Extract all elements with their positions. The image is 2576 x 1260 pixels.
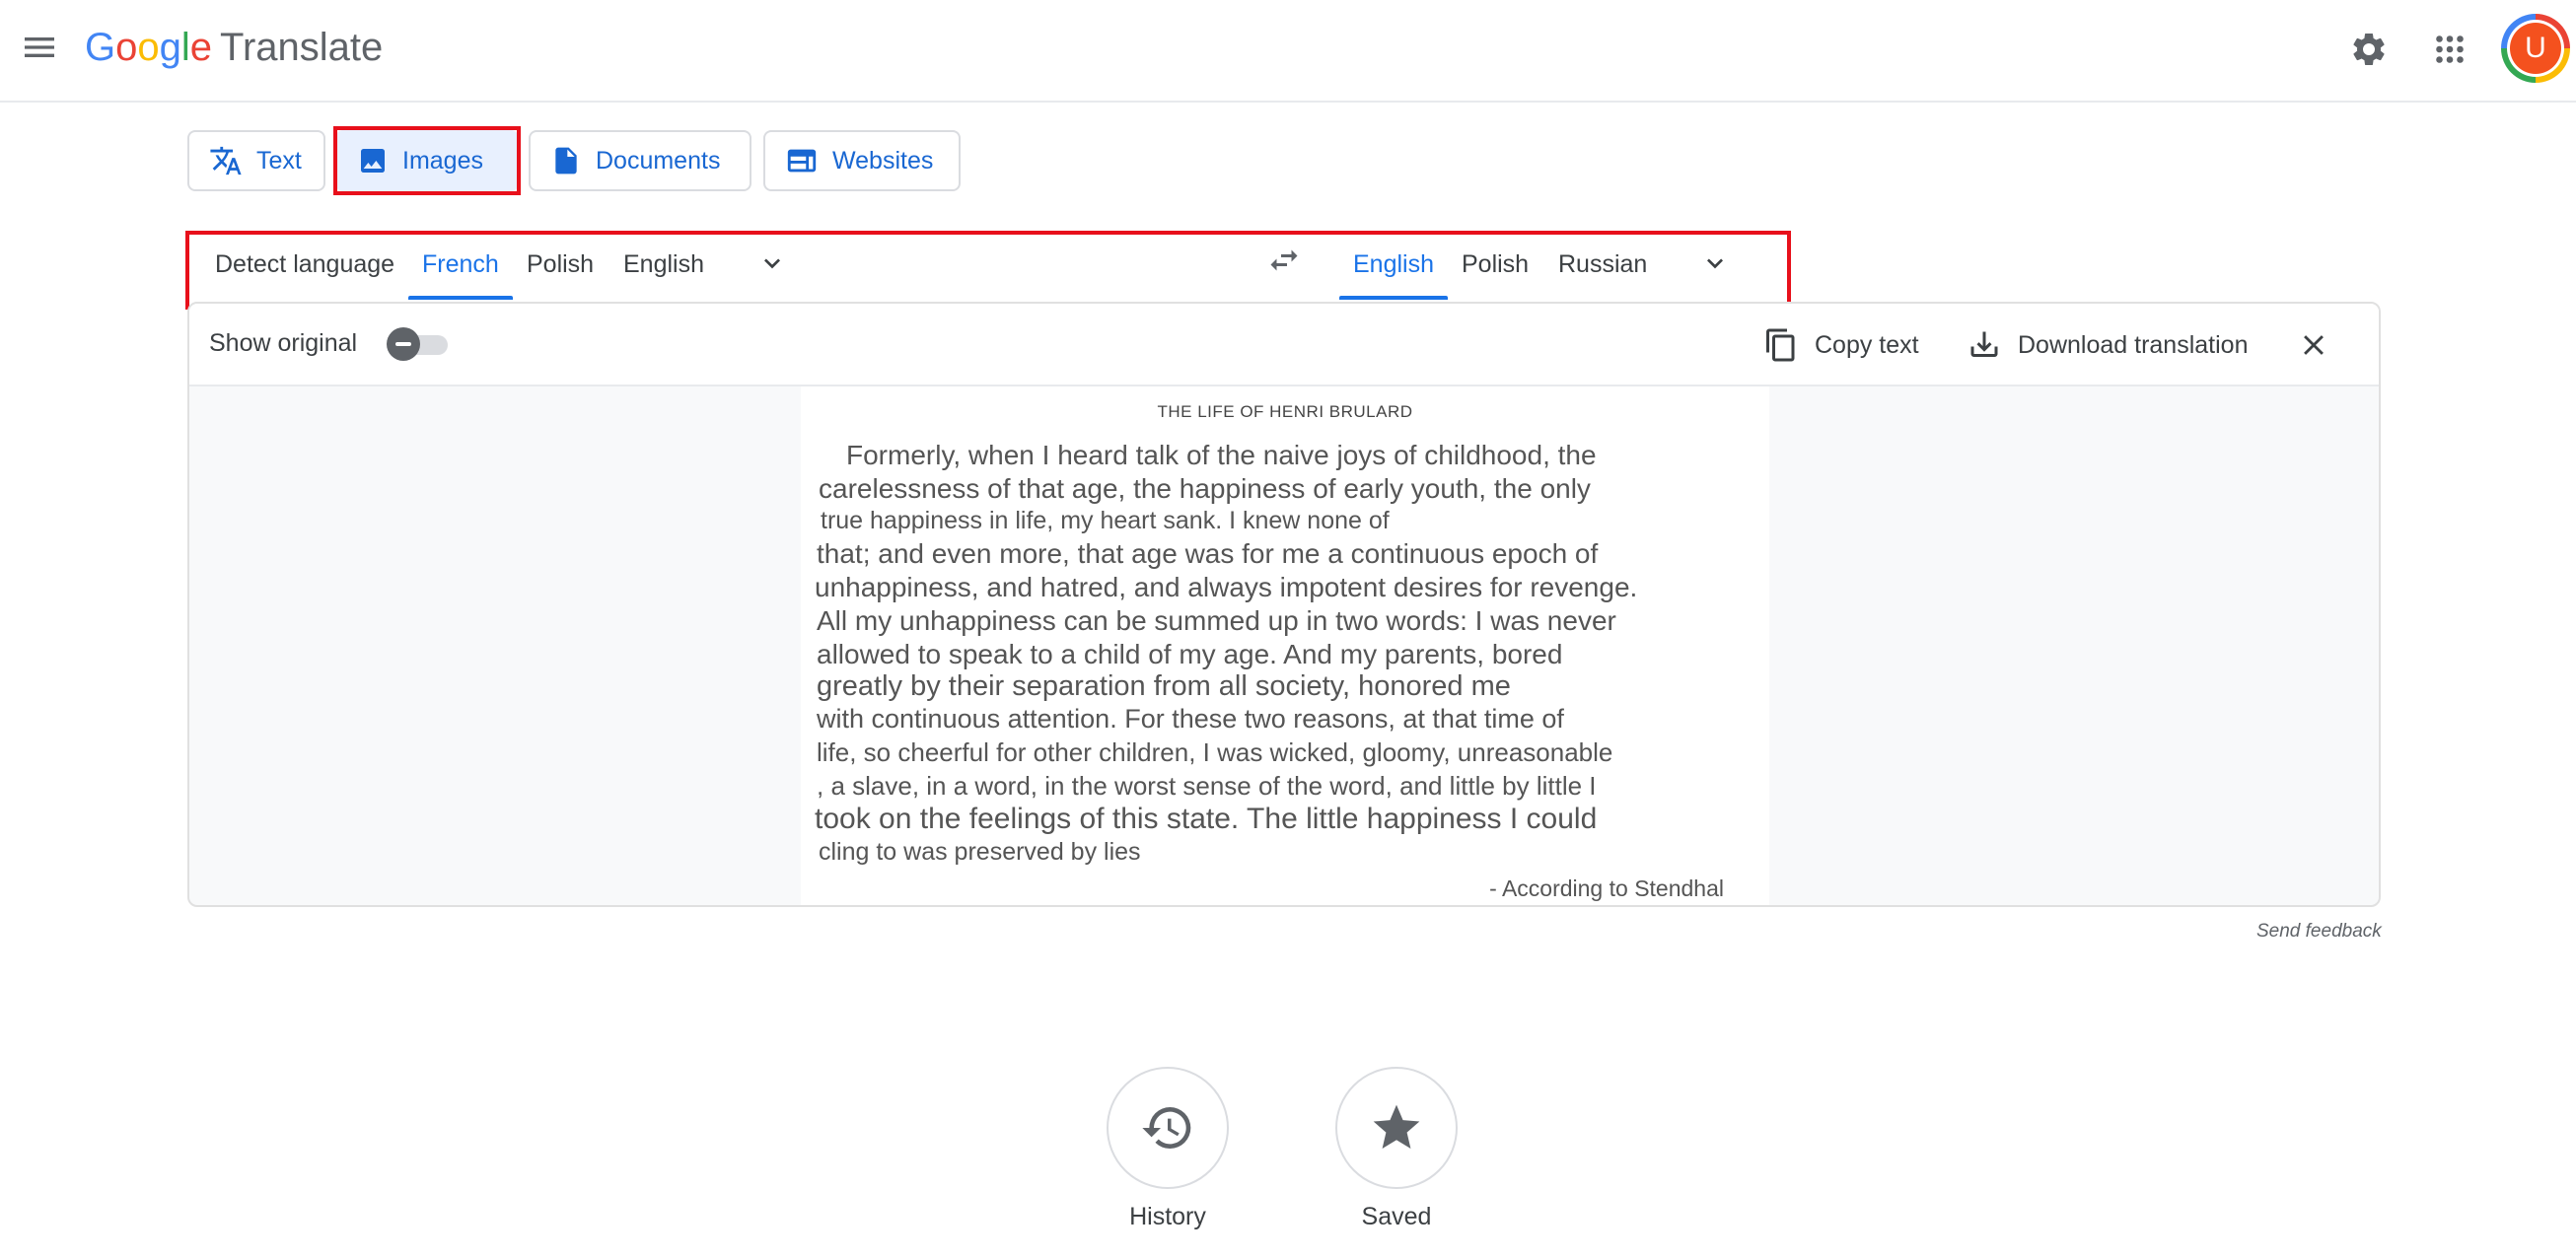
doc-line: took on the feelings of this state. The … <box>815 803 1598 835</box>
copy-icon <box>1766 328 1795 362</box>
saved-label: Saved <box>1361 1203 1432 1230</box>
translated-image: THE LIFE OF HENRI BRULARD Formerly, when… <box>801 386 1769 905</box>
target-lang-english[interactable]: English <box>1353 227 1434 302</box>
show-original-label: Show original <box>209 329 358 357</box>
result-toolbar: Show original Copy text Download transla… <box>189 304 2379 386</box>
tab-text[interactable]: Text <box>187 130 325 191</box>
source-lang-polish[interactable]: Polish <box>527 227 594 302</box>
target-lang-polish[interactable]: Polish <box>1462 227 1529 302</box>
doc-line: cling to was preserved by lies <box>819 838 1141 866</box>
source-lang-french[interactable]: French <box>422 227 499 302</box>
doc-line: allowed to speak to a child of my age. A… <box>817 639 1563 669</box>
source-lang-more-chevron-down-icon[interactable] <box>748 239 797 288</box>
tab-images[interactable]: Images <box>335 130 519 191</box>
target-lang-selected-indicator <box>1339 296 1448 300</box>
doc-line: that; and even more, that age was for me… <box>817 538 1599 569</box>
main-menu-icon[interactable] <box>20 28 59 67</box>
show-original-toggle[interactable] <box>387 327 452 361</box>
star-icon <box>1373 1104 1420 1149</box>
tab-images-label: Images <box>402 146 483 175</box>
doc-line: carelessness of that age, the happiness … <box>819 473 1591 504</box>
source-lang-detect[interactable]: Detect language <box>215 227 394 302</box>
download-icon <box>1970 331 1998 357</box>
tab-text-label: Text <box>256 146 302 175</box>
apps-grid-icon[interactable] <box>2422 22 2477 77</box>
copy-text-button[interactable]: Copy text <box>1763 317 1919 373</box>
swap-languages-icon[interactable] <box>1258 235 1310 286</box>
image-translation-panel: Show original Copy text Download transla… <box>187 302 2381 907</box>
translate-icon <box>210 146 242 175</box>
tab-websites[interactable]: Websites <box>763 130 961 191</box>
account-avatar[interactable]: U <box>2501 14 2570 83</box>
history-button[interactable] <box>1107 1067 1229 1189</box>
document-icon <box>555 147 577 175</box>
tab-websites-label: Websites <box>832 146 934 175</box>
saved-button[interactable] <box>1335 1067 1458 1189</box>
close-icon[interactable] <box>2290 321 2337 369</box>
website-icon <box>787 149 817 173</box>
app-header: Google Translate U <box>0 0 2576 103</box>
doc-line: unhappiness, and hatred, and always impo… <box>815 572 1638 602</box>
target-lang-russian[interactable]: Russian <box>1558 227 1647 302</box>
doc-line: All my unhappiness can be summed up in t… <box>817 605 1616 636</box>
doc-line: with continuous attention. For these two… <box>817 704 1564 734</box>
doc-line: Formerly, when I heard talk of the naive… <box>846 440 1597 470</box>
product-name: Translate <box>220 26 384 69</box>
settings-gear-icon[interactable] <box>2341 22 2397 77</box>
image-icon <box>361 149 385 173</box>
source-lang-selected-indicator <box>408 296 513 300</box>
doc-signature: - According to Stendhal <box>1489 875 1724 901</box>
google-translate-logo[interactable]: Google Translate <box>85 22 383 73</box>
doc-line: life, so cheerful for other children, I … <box>817 737 1613 767</box>
tab-documents-label: Documents <box>596 146 721 175</box>
doc-title: THE LIFE OF HENRI BRULARD <box>1157 402 1413 421</box>
history-icon <box>1142 1107 1191 1150</box>
send-feedback-link[interactable]: Send feedback <box>2256 921 2382 943</box>
download-translation-button[interactable]: Download translation <box>1967 317 2248 373</box>
source-lang-english[interactable]: English <box>623 227 704 302</box>
target-lang-more-chevron-down-icon[interactable] <box>1690 239 1740 288</box>
doc-line: greatly by their separation from all soc… <box>817 670 1511 702</box>
doc-line: , a slave, in a word, in the worst sense… <box>817 771 1597 801</box>
history-label: History <box>1129 1203 1206 1230</box>
doc-line: true happiness in life, my heart sank. I… <box>821 507 1390 534</box>
tab-documents[interactable]: Documents <box>529 130 751 191</box>
avatar-initial: U <box>2510 23 2561 74</box>
